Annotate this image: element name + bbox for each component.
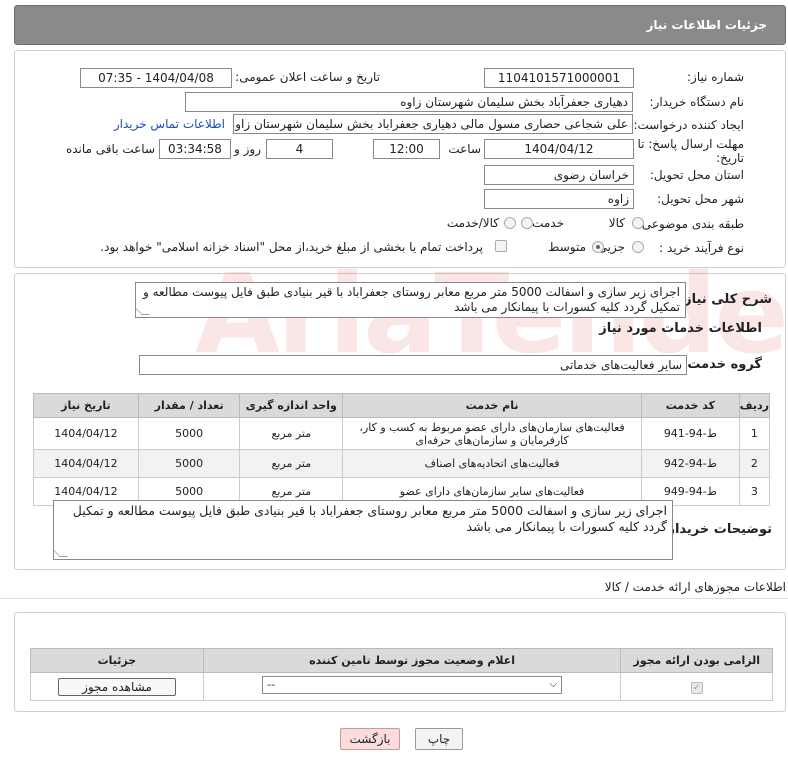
view-permit-button[interactable]: مشاهده مجوز	[57, 677, 176, 696]
contact-buyer-link[interactable]: اطلاعات تماس خریدار	[114, 117, 225, 131]
service-group-field: سایر فعالیت‌های خدماتی	[139, 355, 687, 375]
need-number-field: 1104101571000001	[484, 68, 634, 88]
cell-row: 3	[738, 477, 771, 506]
summary-text: اجرای زیر سازی و اسفالت 5000 متر مربع مع…	[142, 285, 680, 314]
category-label: طبقه بندی موضوعی:	[637, 217, 744, 231]
cell-date: 1404/04/12	[33, 449, 139, 478]
col-row: ردیف	[738, 393, 771, 418]
city-field: زاوه	[484, 189, 634, 209]
days-label: روز و	[234, 142, 261, 156]
cell-code: ط-94-941	[641, 417, 740, 450]
province-label: استان محل تحویل:	[649, 168, 744, 182]
buyer-notes-label: توضیحات خریدار:	[662, 522, 772, 537]
province-field: خراسان رضوی	[484, 165, 634, 185]
cell-unit: متر مربع	[239, 449, 344, 478]
col-code: کد خدمت	[641, 393, 740, 418]
col-details: جزئیات	[30, 648, 204, 673]
cell-row: 2	[738, 449, 771, 478]
announce-label: تاریخ و ساعت اعلان عمومی:	[235, 70, 380, 84]
category-goods-radio[interactable]	[632, 217, 644, 229]
remaining-time-field: 03:34:58	[159, 139, 231, 159]
permit-required-checkbox: ✓	[690, 681, 703, 694]
cell-date: 1404/04/12	[33, 417, 139, 450]
page-header: جزئیات اطلاعات نیاز	[14, 5, 786, 45]
cell-details: مشاهده مجوز	[30, 672, 204, 701]
permits-table: الزامی بودن ارائه مجوز اعلام وضعیت مجوز …	[30, 648, 773, 701]
col-name: نام خدمت	[342, 393, 642, 418]
category-goods-service-radio[interactable]	[504, 217, 516, 229]
creator-label: ایجاد کننده درخواست:	[633, 118, 744, 132]
cell-name: فعالیت‌های سازمان‌های دارای عضو مربوط به…	[342, 417, 642, 450]
page-title: جزئیات اطلاعات نیاز	[646, 18, 767, 32]
summary-label: شرح کلی نیاز:	[678, 292, 772, 307]
services-table: ردیف کد خدمت نام خدمت واحد اندازه گیری ت…	[33, 393, 771, 506]
service-group-label: گروه خدمت:	[682, 357, 762, 372]
remaining-label: ساعت باقی مانده	[65, 142, 155, 156]
deadline-time-field: 12:00	[373, 139, 440, 159]
table-row: 1 ط-94-941 فعالیت‌های سازمان‌های دارای ع…	[33, 417, 771, 450]
back-button[interactable]: بازگشت	[340, 728, 400, 750]
buyer-notes-textarea: اجرای زیر سازی و اسفالت 5000 متر مربع مع…	[53, 500, 673, 560]
cell-row: 1	[738, 417, 771, 450]
cell-status: ⌵ --	[202, 672, 622, 701]
announce-field: 1404/04/08 - 07:35	[80, 68, 232, 88]
cell-unit: متر مربع	[239, 417, 344, 450]
col-status: اعلام وضعیت مجوز توسط تامین کننده	[202, 648, 622, 673]
cell-code: ط-94-942	[641, 449, 740, 478]
need-number-label: شماره نیاز:	[687, 70, 744, 84]
city-label: شهر محل تحویل:	[657, 192, 744, 206]
summary-textarea: اجرای زیر سازی و اسفالت 5000 متر مربع مع…	[135, 282, 686, 318]
days-field: 4	[266, 139, 333, 159]
deadline-date-field: 1404/04/12	[484, 139, 634, 159]
deadline-label: مهلت ارسال پاسخ: تا تاریخ:	[637, 137, 744, 165]
services-title: اطلاعات خدمات مورد نیاز	[599, 321, 762, 336]
table-row: ✓ ⌵ -- مشاهده مجوز	[30, 672, 773, 701]
permit-status-select[interactable]: ⌵ --	[262, 676, 563, 694]
category-goods-label: کالا	[608, 216, 625, 230]
print-button[interactable]: چاپ	[415, 728, 463, 750]
buyer-org-label: نام دستگاه خریدار:	[649, 95, 745, 109]
permit-status-value: --	[267, 678, 276, 691]
chevron-down-icon: ⌵	[549, 679, 558, 690]
permits-divider	[0, 598, 788, 599]
table-row: 2 ط-94-942 فعالیت‌های اتحادیه‌های اصناف …	[33, 449, 771, 478]
category-goods-service-label: کالا/خدمت	[446, 216, 499, 230]
col-qty: تعداد / مقدار	[137, 393, 241, 418]
cell-qty: 5000	[137, 449, 241, 478]
col-required: الزامی بودن ارائه مجوز	[620, 648, 773, 673]
permits-title: اطلاعات مجوزهای ارائه خدمت / کالا	[604, 580, 786, 594]
cell-required: ✓	[620, 672, 773, 701]
buyer-org-field: دهیاری جعفرآباد بخش سلیمان شهرستان زاوه	[185, 92, 633, 112]
creator-field: علی شجاعی حصاری مسول مالی دهیاری جعفرابا…	[233, 114, 633, 134]
category-service-label: خدمت	[532, 216, 564, 230]
col-unit: واحد اندازه گیری	[239, 393, 344, 418]
cell-qty: 5000	[137, 417, 241, 450]
col-date: تاریخ نیاز	[33, 393, 139, 418]
cell-name: فعالیت‌های اتحادیه‌های اصناف	[342, 449, 642, 478]
time-label: ساعت	[448, 142, 481, 156]
buyer-notes-text: اجرای زیر سازی و اسفالت 5000 متر مربع مع…	[72, 503, 667, 534]
